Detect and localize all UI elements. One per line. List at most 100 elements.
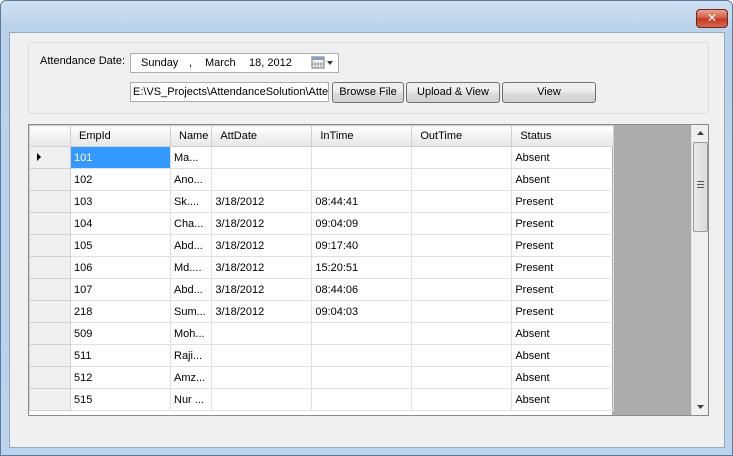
cell-name[interactable]: Md.... — [169, 256, 213, 279]
table-row[interactable]: 515 Nur ... Absent — [29, 388, 615, 411]
table-row[interactable]: 102 Ano... Absent — [29, 168, 615, 191]
cell-outtime[interactable] — [411, 168, 513, 191]
cell-name[interactable]: Sk.... — [169, 190, 213, 213]
row-header[interactable] — [29, 190, 71, 213]
row-header[interactable] — [29, 256, 71, 279]
cell-empid[interactable]: 509 — [70, 322, 171, 345]
cell-outtime[interactable] — [411, 278, 513, 301]
cell-outtime[interactable] — [411, 146, 513, 169]
row-header[interactable] — [29, 146, 71, 169]
cell-attdate[interactable] — [211, 344, 313, 367]
row-header[interactable] — [29, 344, 71, 367]
cell-outtime[interactable] — [411, 388, 513, 411]
cell-empid[interactable]: 107 — [70, 278, 171, 301]
cell-attdate[interactable]: 3/18/2012 — [211, 190, 313, 213]
column-header-empid[interactable]: EmpId — [70, 125, 171, 147]
table-row[interactable]: 512 Amz... Absent — [29, 366, 615, 389]
cell-status[interactable]: Present — [511, 190, 615, 213]
cell-status[interactable]: Present — [511, 256, 615, 279]
cell-outtime[interactable] — [411, 212, 513, 235]
cell-attdate[interactable] — [211, 322, 313, 345]
table-row[interactable]: 509 Moh... Absent — [29, 322, 615, 345]
cell-empid[interactable]: 511 — [70, 344, 171, 367]
cell-intime[interactable]: 08:44:41 — [311, 190, 413, 213]
row-header[interactable] — [29, 168, 71, 191]
browse-file-button[interactable]: Browse File — [332, 82, 404, 103]
table-row[interactable]: 105 Abd... 3/18/2012 09:17:40 Present — [29, 234, 615, 257]
calendar-icon[interactable] — [311, 56, 335, 70]
cell-empid[interactable]: 512 — [70, 366, 171, 389]
row-header[interactable] — [29, 300, 71, 323]
cell-attdate[interactable]: 3/18/2012 — [211, 278, 313, 301]
date-month[interactable]: March — [205, 57, 236, 69]
table-row[interactable]: 101 Ma... Absent — [29, 146, 615, 169]
cell-intime[interactable]: 09:17:40 — [311, 234, 413, 257]
attendance-date-picker[interactable]: Sunday , March 18, 2012 — [130, 53, 339, 73]
cell-intime[interactable] — [311, 344, 413, 367]
column-header-intime[interactable]: InTime — [311, 125, 413, 147]
cell-name[interactable]: Ano... — [169, 168, 213, 191]
cell-empid[interactable]: 102 — [70, 168, 171, 191]
cell-intime[interactable]: 15:20:51 — [311, 256, 413, 279]
cell-outtime[interactable] — [411, 256, 513, 279]
cell-intime[interactable] — [311, 146, 413, 169]
cell-intime[interactable]: 08:44:06 — [311, 278, 413, 301]
vertical-scrollbar[interactable] — [691, 125, 708, 415]
cell-outtime[interactable] — [411, 322, 513, 345]
cell-intime[interactable] — [311, 168, 413, 191]
table-row[interactable]: 103 Sk.... 3/18/2012 08:44:41 Present — [29, 190, 615, 213]
scroll-up-icon[interactable] — [693, 126, 708, 141]
cell-outtime[interactable] — [411, 190, 513, 213]
cell-empid[interactable]: 103 — [70, 190, 171, 213]
cell-attdate[interactable]: 3/18/2012 — [211, 300, 313, 323]
column-header-name[interactable]: Name — [169, 125, 213, 147]
cell-status[interactable]: Present — [511, 278, 615, 301]
cell-attdate[interactable] — [211, 388, 313, 411]
upload-view-button[interactable]: Upload & View — [406, 82, 500, 103]
cell-outtime[interactable] — [411, 366, 513, 389]
cell-attdate[interactable]: 3/18/2012 — [211, 256, 313, 279]
cell-attdate[interactable] — [211, 168, 313, 191]
close-button[interactable]: ✕ — [696, 9, 728, 28]
cell-intime[interactable] — [311, 322, 413, 345]
cell-attdate[interactable]: 3/18/2012 — [211, 234, 313, 257]
row-header[interactable] — [29, 366, 71, 389]
cell-attdate[interactable] — [211, 366, 313, 389]
cell-empid[interactable]: 101 — [70, 146, 171, 169]
cell-status[interactable]: Absent — [511, 388, 615, 411]
view-button[interactable]: View — [502, 82, 596, 103]
cell-intime[interactable] — [311, 388, 413, 411]
cell-outtime[interactable] — [411, 300, 513, 323]
cell-status[interactable]: Absent — [511, 168, 615, 191]
row-header[interactable] — [29, 234, 71, 257]
cell-outtime[interactable] — [411, 344, 513, 367]
cell-status[interactable]: Absent — [511, 146, 615, 169]
scrollbar-thumb[interactable] — [693, 142, 708, 232]
cell-empid[interactable]: 218 — [70, 300, 171, 323]
file-path-field[interactable]: E:\VS_Projects\AttendanceSolution\Atte — [130, 82, 329, 102]
column-header-outtime[interactable]: OutTime — [411, 125, 513, 147]
cell-attdate[interactable] — [211, 146, 313, 169]
cell-intime[interactable]: 09:04:09 — [311, 212, 413, 235]
cell-status[interactable]: Present — [511, 212, 615, 235]
table-row[interactable]: 106 Md.... 3/18/2012 15:20:51 Present — [29, 256, 615, 279]
cell-intime[interactable] — [311, 366, 413, 389]
cell-empid[interactable]: 515 — [70, 388, 171, 411]
cell-name[interactable]: Ma... — [169, 146, 213, 169]
attendance-grid[interactable]: EmpId Name AttDate InTime OutTime Status 101 M… — [28, 124, 709, 416]
cell-status[interactable]: Absent — [511, 344, 615, 367]
row-header[interactable] — [29, 212, 71, 235]
cell-name[interactable]: Nur ... — [169, 388, 213, 411]
table-row[interactable]: 104 Cha... 3/18/2012 09:04:09 Present — [29, 212, 615, 235]
cell-name[interactable]: Cha... — [169, 212, 213, 235]
cell-empid[interactable]: 106 — [70, 256, 171, 279]
cell-status[interactable]: Present — [511, 300, 615, 323]
scroll-down-icon[interactable] — [693, 399, 708, 414]
row-header[interactable] — [29, 322, 71, 345]
cell-name[interactable]: Raji... — [169, 344, 213, 367]
cell-status[interactable]: Present — [511, 234, 615, 257]
table-row[interactable]: 107 Abd... 3/18/2012 08:44:06 Present — [29, 278, 615, 301]
cell-name[interactable]: Amz... — [169, 366, 213, 389]
date-weekday[interactable]: Sunday — [141, 57, 178, 69]
cell-name[interactable]: Abd... — [169, 278, 213, 301]
